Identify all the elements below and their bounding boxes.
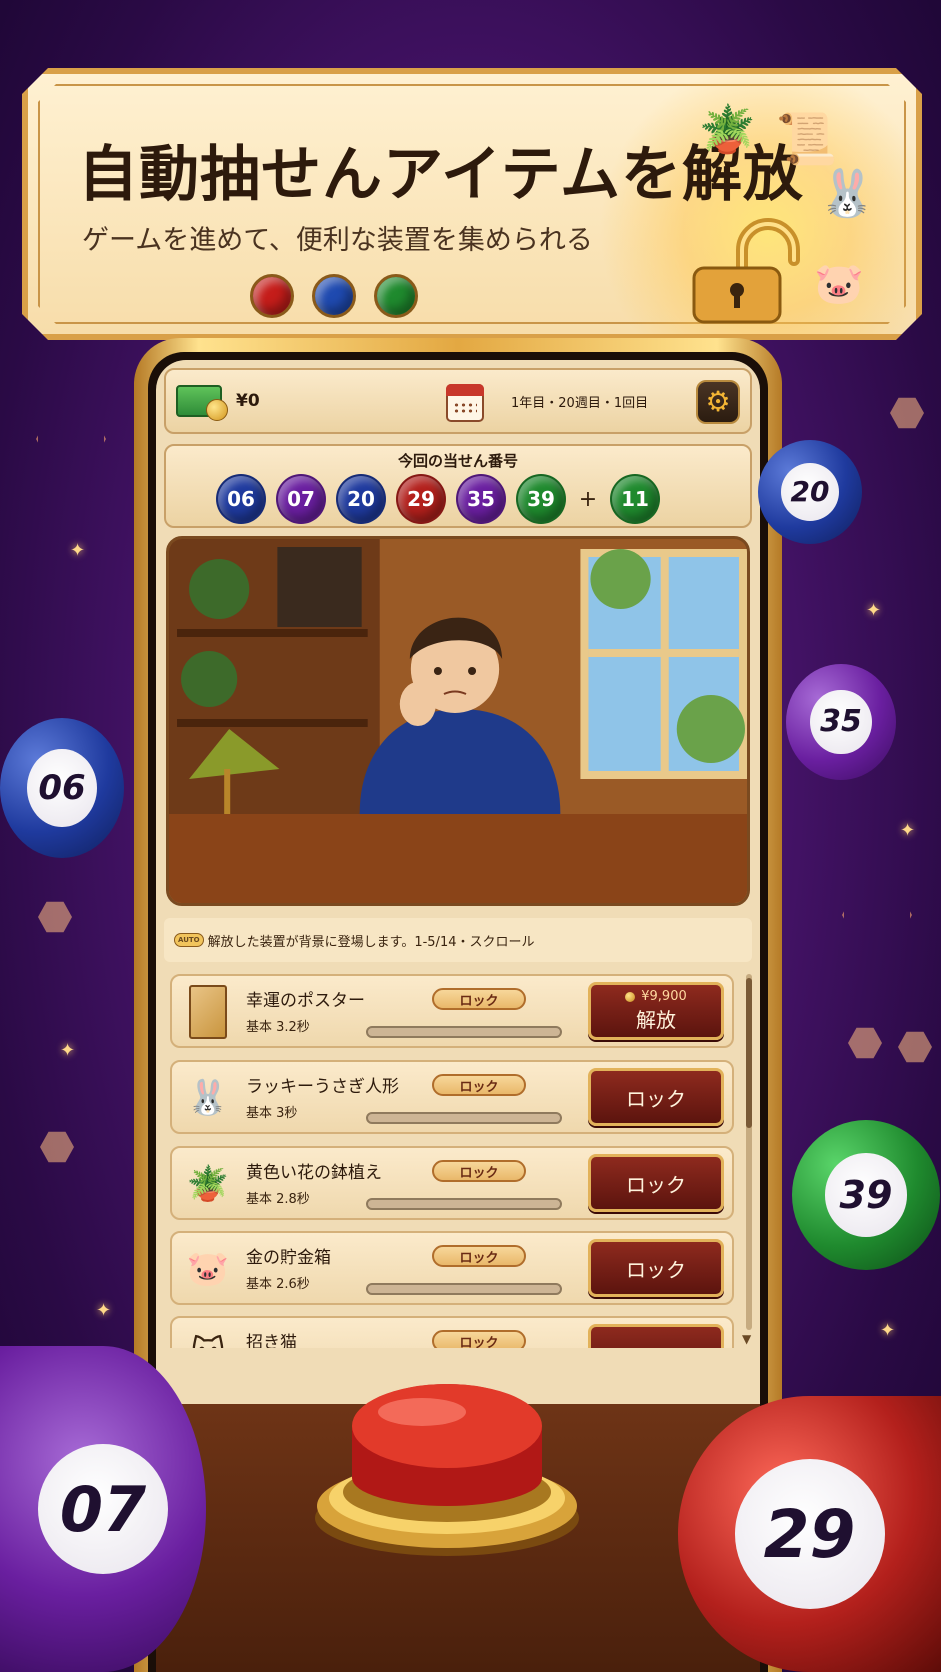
banner-title: 自動抽せんアイテムを解放 [78,140,804,210]
sparkle-icon: ✦ [900,820,916,841]
locked-button[interactable]: ロック [588,1239,724,1297]
lock-status-badge: ロック [432,988,526,1010]
blue-ball-icon [312,274,356,318]
progress-bar [366,1112,562,1124]
top-bar: ¥0 1年目・20週目・1回目 ⚙ [164,368,752,434]
item-list[interactable]: 幸運のポスター 基本 3.2秒 ロック ¥9,900 解放 🐰 ラッキーうさぎ人… [170,974,738,1356]
list-item: 🐰 ラッキーうさぎ人形 基本 3秒 ロック ロック [170,1060,734,1134]
number-ball: 20 [336,474,386,524]
coin-icon [625,991,636,1002]
sparkle-icon: ✦ [60,1040,76,1061]
winning-numbers-row: 06 07 20 29 35 39 + 11 [216,474,660,524]
item-base-time: 基本 2.8秒 [246,1192,310,1207]
calendar-icon[interactable] [446,384,484,422]
number-ball: 39 [516,474,566,524]
hint-bar: AUTO 解放した装置が背景に登場します。1-5/14・スクロール [164,918,752,962]
banner-subtitle: ゲームを進めて、便利な装置を集められる [82,225,593,256]
number-ball: 29 [396,474,446,524]
hexagon-decoration [40,1131,74,1163]
piggy-bank-icon: 🐷 [814,261,864,307]
color-dots [250,274,418,318]
plus-sign: + [578,486,598,512]
hexagon-decoration [890,397,924,429]
piggy-bank-icon: 🐷 [186,1249,230,1289]
bonus-number-ball: 11 [610,474,660,524]
hexagon-decoration [36,407,106,471]
unlock-button[interactable]: ¥9,900 解放 [588,982,724,1040]
number-ball: 35 [456,474,506,524]
cash-icon [176,385,228,421]
rabbit-doll-icon: 🐰 [186,1078,230,1118]
sparkle-icon: ✦ [96,1300,112,1321]
room-scene-illustration [166,536,750,906]
lottery-ball-decoration: 20 [758,440,862,544]
winning-numbers-title: 今回の当せん番号 [397,452,518,470]
poster-icon: 📜 [775,110,838,168]
sparkle-icon: ✦ [866,600,882,621]
item-base-time: 基本 3秒 [246,1106,298,1121]
lock-status-badge: ロック [432,1245,526,1267]
scrollbar[interactable] [746,974,752,1330]
flower-pot-icon: 🪴 [186,1164,230,1204]
progress-bar [366,1283,562,1295]
rabbit-doll-icon: 🐰 [818,166,876,220]
unlocked-padlock-icon [684,216,804,324]
settings-button[interactable]: ⚙ [696,380,740,424]
hexagon-decoration [898,1031,932,1063]
lock-status-badge: ロック [432,1160,526,1182]
item-name: 黄色い花の鉢植え [246,1163,382,1183]
lottery-ball-decoration: 39 [792,1120,940,1270]
scroll-down-arrow-icon[interactable]: ▼ [742,1332,751,1346]
list-item: 幸運のポスター 基本 3.2秒 ロック ¥9,900 解放 [170,974,734,1048]
money-display: ¥0 [236,391,260,411]
hexagon-decoration [848,1027,882,1059]
poster-icon [186,984,230,1040]
red-ball-icon [250,274,294,318]
auto-badge: AUTO [174,933,204,947]
gear-icon: ⚙ [705,385,731,418]
progress-bar [366,1198,562,1210]
sparkle-icon: ✦ [880,1320,896,1341]
date-display: 1年目・20週目・1回目 [511,396,649,411]
list-item: 🐷 金の貯金箱 基本 2.6秒 ロック ロック [170,1231,734,1305]
lock-status-badge: ロック [432,1074,526,1096]
lottery-ball-decoration: 29 [678,1396,941,1672]
locked-button[interactable]: ロック [588,1154,724,1212]
feature-banner: 自動抽せんアイテムを解放 ゲームを進めて、便利な装置を集められる 🪴 📜 🐰 🐷 [22,68,922,340]
scrollbar-thumb[interactable] [746,978,752,1128]
flower-pot-icon: 🪴 [698,102,756,156]
green-ball-icon [374,274,418,318]
hint-text: 解放した装置が背景に登場します。1-5/14・スクロール [207,934,535,950]
hexagon-decoration [842,883,912,947]
item-base-time: 基本 2.6秒 [246,1277,310,1292]
number-ball: 06 [216,474,266,524]
number-ball: 07 [276,474,326,524]
item-name: 金の貯金箱 [246,1248,331,1268]
hexagon-decoration [38,901,72,933]
lottery-ball-decoration: 35 [786,664,896,780]
item-name: ラッキーうさぎ人形 [246,1077,399,1097]
winning-numbers-panel: 今回の当せん番号 06 07 20 29 35 39 + 11 [164,444,752,528]
lottery-ball-decoration: 06 [0,718,124,858]
list-item: 🪴 黄色い花の鉢植え 基本 2.8秒 ロック ロック [170,1146,734,1220]
sparkle-icon: ✦ [70,540,86,561]
draw-button[interactable] [312,1368,582,1558]
progress-bar [366,1026,562,1038]
unlock-label: 解放 [636,1008,676,1032]
item-base-time: 基本 3.2秒 [246,1020,310,1035]
price-label: ¥9,900 [625,989,687,1004]
item-name: 幸運のポスター [246,991,365,1011]
lottery-ball-decoration: 07 [0,1346,206,1672]
locked-button[interactable]: ロック [588,1068,724,1126]
